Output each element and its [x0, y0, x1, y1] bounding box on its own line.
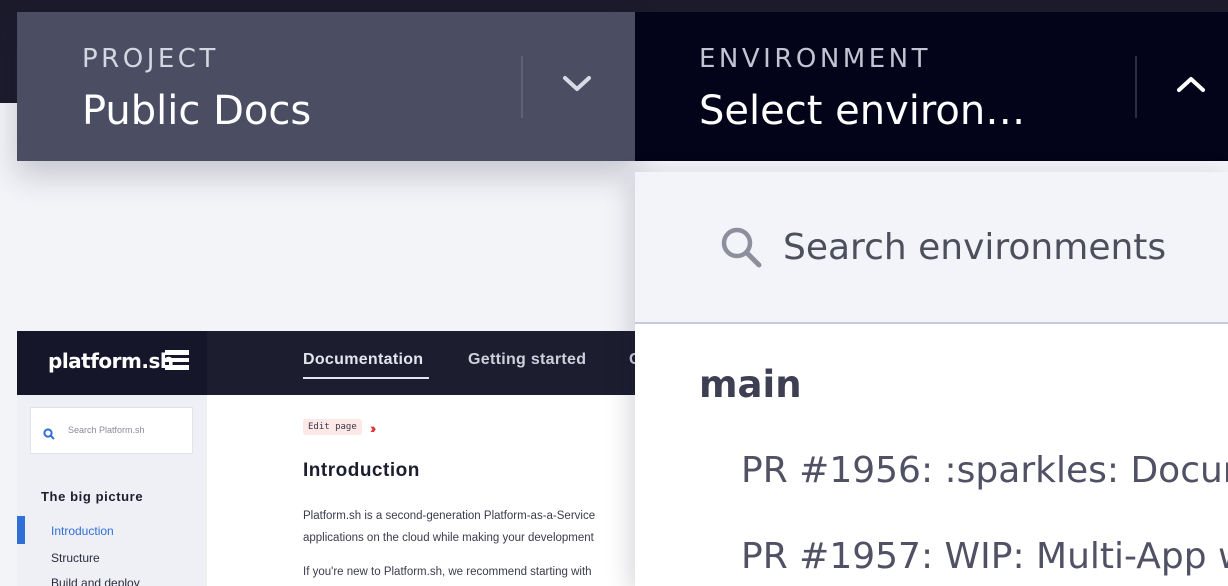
preview-nav-documentation: Documentation — [303, 351, 424, 368]
environment-dropdown: main PR #1956: :sparkles: Docume PR #195… — [635, 172, 1228, 586]
preview-sidebar-item-introduction: Introduction — [51, 524, 114, 538]
chevron-up-icon[interactable] — [1176, 74, 1206, 98]
platformsh-logo-icon — [165, 350, 189, 376]
project-selector-divider — [521, 56, 523, 118]
environment-search-input[interactable] — [783, 222, 1223, 272]
preview-edit-page-label: Edit page — [303, 419, 362, 435]
preview-sidebar-item-structure: Structure — [51, 551, 100, 565]
preview-logo: platform.sh — [48, 349, 174, 373]
project-selector-value: Public Docs — [82, 88, 312, 134]
search-icon — [719, 225, 763, 273]
environment-item-pr-1957[interactable]: PR #1957: WIP: Multi-App wi — [741, 534, 1228, 580]
preview-sidebar: Search Platform.sh The big picture Intro… — [17, 395, 207, 586]
preview-sidebar-active-marker — [17, 516, 25, 544]
chevron-down-icon[interactable] — [562, 74, 592, 98]
preview-search-placeholder: Search Platform.sh — [68, 425, 145, 435]
preview-paragraph-line: Platform.sh is a second-generation Platf… — [303, 510, 596, 522]
preview-paragraph-line: If you're new to Platform.sh, we recomme… — [303, 566, 592, 578]
preview-page-title: Introduction — [303, 460, 420, 481]
environment-selector[interactable]: ENVIRONMENT Select environm… — [635, 12, 1228, 161]
environment-selector-value: Select environm… — [699, 88, 1059, 134]
preview-logo-box: platform.sh — [17, 331, 207, 395]
preview-nav-getting-started: Getting started — [468, 351, 587, 368]
preview-header: platform.sh Documentation Getting starte… — [17, 331, 635, 395]
documentation-preview: platform.sh Documentation Getting starte… — [17, 331, 635, 586]
preview-paragraph-line: applications on the cloud while making y… — [303, 532, 594, 544]
preview-search-box: Search Platform.sh — [30, 407, 193, 454]
environment-item-pr-1956[interactable]: PR #1956: :sparkles: Docume — [741, 448, 1228, 494]
project-selector-label: PROJECT — [82, 44, 219, 74]
preview-search-icon — [43, 425, 55, 444]
preview-edit-arrow-icon: ›› — [370, 420, 377, 436]
environment-item-main[interactable]: main — [699, 362, 802, 408]
environment-selector-label: ENVIRONMENT — [699, 44, 932, 74]
environment-selector-divider — [1135, 56, 1137, 118]
preview-nav-active-underline — [303, 377, 429, 379]
project-selector[interactable]: PROJECT Public Docs — [17, 12, 635, 161]
preview-sidebar-heading: The big picture — [41, 489, 144, 504]
preview-sidebar-item-build-and-deploy: Build and deploy — [51, 576, 140, 586]
environment-search-row — [635, 172, 1228, 324]
